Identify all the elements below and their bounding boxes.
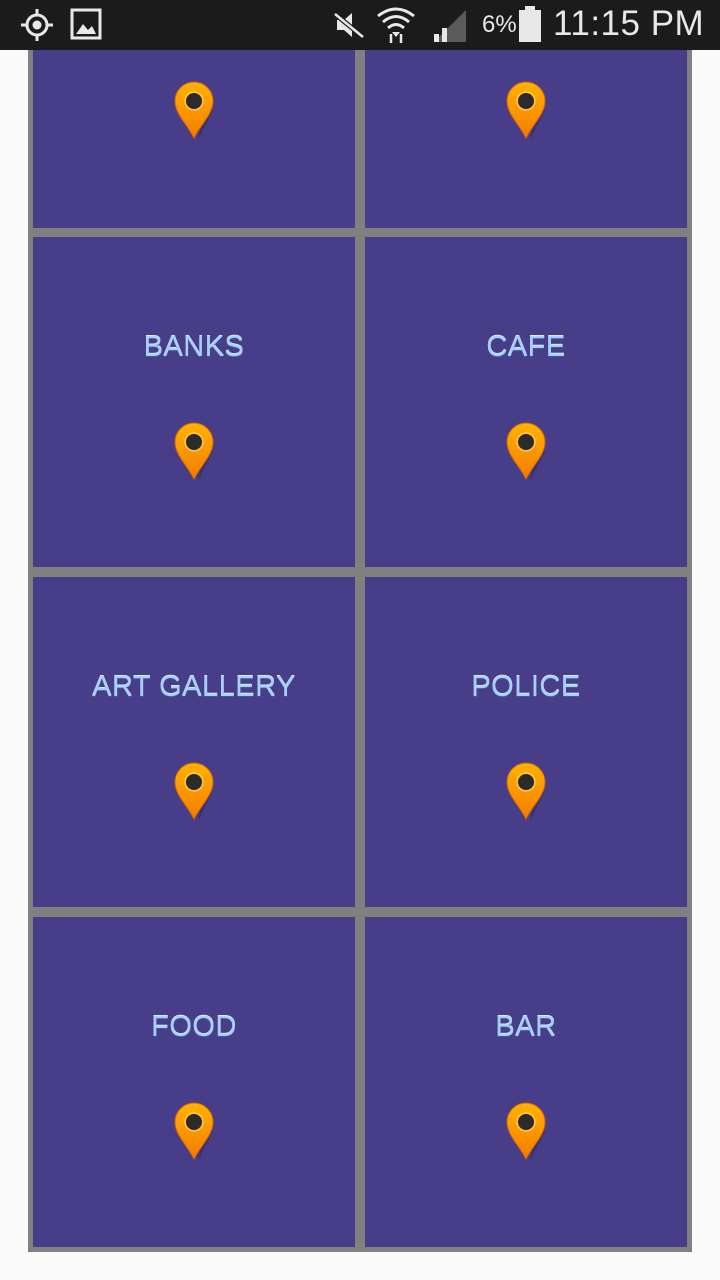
category-tile-art-gallery[interactable]: ART GALLERY: [33, 577, 355, 907]
category-tile-2[interactable]: [365, 50, 687, 228]
tile-label: ART GALLERY: [92, 671, 296, 703]
map-pin-icon: [173, 761, 215, 823]
tile-label: POLICE: [471, 671, 581, 703]
category-tile-1[interactable]: [33, 50, 355, 228]
location-target-icon: [20, 8, 54, 47]
signal-icon: [432, 8, 466, 47]
category-tile-banks[interactable]: BANKS: [33, 237, 355, 567]
category-tile-bar[interactable]: BAR: [365, 917, 687, 1247]
battery-icon: [518, 6, 542, 47]
clock: 11:15 PM: [553, 4, 705, 43]
map-pin-icon: [173, 1101, 215, 1163]
wifi-icon: [376, 4, 416, 49]
category-grid: BANKS CAFE ART GALLERY POLICE FOOD BAR: [28, 50, 692, 1252]
mute-icon: [333, 10, 365, 45]
category-tile-police[interactable]: POLICE: [365, 577, 687, 907]
category-tile-food[interactable]: FOOD: [33, 917, 355, 1247]
tile-label: BAR: [495, 1011, 557, 1043]
bottom-spacer: [0, 1252, 720, 1280]
map-pin-icon: [505, 80, 547, 142]
map-pin-icon: [505, 421, 547, 483]
tile-label: CAFE: [486, 331, 566, 363]
map-pin-icon: [173, 421, 215, 483]
category-tile-cafe[interactable]: CAFE: [365, 237, 687, 567]
status-bar: 6% 11:15 PM: [0, 0, 720, 50]
image-icon: [70, 8, 102, 45]
tile-label: BANKS: [143, 331, 245, 363]
map-pin-icon: [505, 1101, 547, 1163]
map-pin-icon: [173, 80, 215, 142]
map-pin-icon: [505, 761, 547, 823]
tile-label: FOOD: [151, 1011, 237, 1043]
battery-percent: 6%: [482, 11, 517, 38]
